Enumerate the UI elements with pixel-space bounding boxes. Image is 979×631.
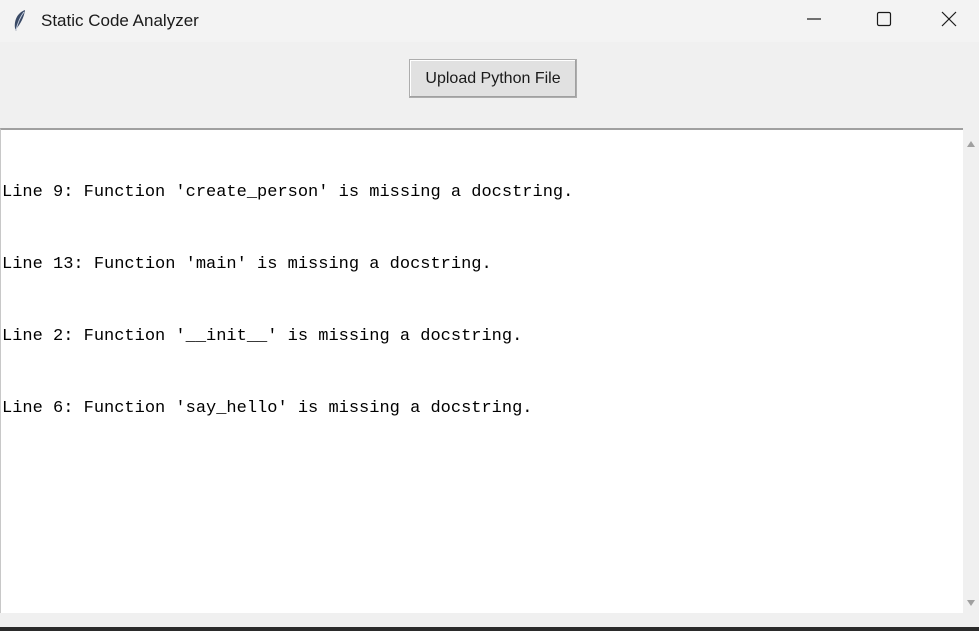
output-text-area[interactable]: Line 9: Function 'create_person' is miss… [0,128,963,613]
window-title: Static Code Analyzer [41,11,199,30]
scroll-down-arrow-icon[interactable] [966,595,976,606]
output-lines: Line 9: Function 'create_person' is miss… [2,133,573,469]
close-icon [941,11,957,32]
title-bar[interactable]: Static Code Analyzer [0,0,979,42]
app-window: Static Code Analyzer Upload Python File … [0,0,979,631]
vertical-scrollbar[interactable] [963,128,979,613]
output-line: Line 9: Function 'create_person' is miss… [2,183,574,202]
minimize-button[interactable] [779,0,849,42]
output-line: Line 2: Function '__init__' is missing a… [2,327,523,346]
feather-icon [11,9,29,33]
scroll-up-arrow-icon[interactable] [966,136,976,147]
window-bottom-edge [0,627,979,631]
maximize-icon [876,11,892,32]
upload-python-file-button[interactable]: Upload Python File [409,59,577,98]
toolbar: Upload Python File [0,42,979,128]
output-line: Line 13: Function 'main' is missing a do… [2,255,492,274]
output-line: Line 6: Function 'say_hello' is missing … [2,399,533,418]
maximize-button[interactable] [849,0,919,42]
minimize-icon [806,11,822,32]
close-button[interactable] [919,0,979,42]
